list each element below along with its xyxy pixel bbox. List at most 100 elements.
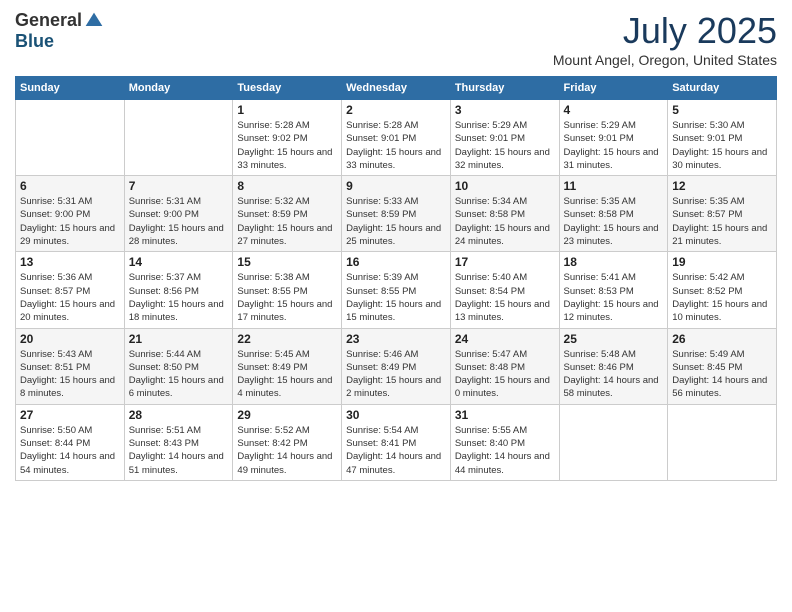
day-number: 28 bbox=[129, 408, 229, 422]
calendar-cell: 12 Sunrise: 5:35 AM Sunset: 8:57 PM Dayli… bbox=[668, 176, 777, 252]
day-info: Sunrise: 5:54 AM Sunset: 8:41 PM Dayligh… bbox=[346, 424, 446, 477]
calendar-cell: 17Sunrise: 5:40 AM Sunset: 8:54 PM Dayli… bbox=[450, 252, 559, 328]
calendar-cell: 4Sunrise: 5:29 AM Sunset: 9:01 PM Daylig… bbox=[559, 100, 668, 176]
day-number: 21 bbox=[129, 332, 229, 346]
day-info: Sunrise: 5:44 AM Sunset: 8:50 PM Dayligh… bbox=[129, 348, 229, 401]
day-number: 25 bbox=[564, 332, 664, 346]
day-header-sunday: Sunday bbox=[16, 77, 125, 100]
calendar-cell: 19 Sunrise: 5:42 AM Sunset: 8:52 PM Dayli… bbox=[668, 252, 777, 328]
day-info: Sunrise: 5:46 AM Sunset: 8:49 PM Dayligh… bbox=[346, 348, 446, 401]
day-info: Sunrise: 5:38 AM Sunset: 8:55 PM Dayligh… bbox=[237, 271, 337, 324]
day-info: Sunrise: 5:35 AM Sunset: 8:57 PM Dayligh… bbox=[672, 195, 772, 248]
day-header-tuesday: Tuesday bbox=[233, 77, 342, 100]
day-info: Sunrise: 5:28 AM Sunset: 9:02 PM Dayligh… bbox=[237, 119, 337, 172]
day-number: 9 bbox=[346, 179, 446, 193]
location: Mount Angel, Oregon, United States bbox=[553, 52, 777, 68]
day-number: 29 bbox=[237, 408, 337, 422]
calendar-cell: 31 Sunrise: 5:55 AM Sunset: 8:40 PM Dayli… bbox=[450, 404, 559, 480]
day-number: 31 bbox=[455, 408, 555, 422]
day-info: Sunrise: 5:35 AM Sunset: 8:58 PM Dayligh… bbox=[564, 195, 664, 248]
day-info: Sunrise: 5:40 AM Sunset: 8:54 PM Dayligh… bbox=[455, 271, 555, 324]
day-info: Sunrise: 5:31 AM Sunset: 9:00 PM Dayligh… bbox=[129, 195, 229, 248]
day-number: 15 bbox=[237, 255, 337, 269]
day-info: Sunrise: 5:47 AM Sunset: 8:48 PM Dayligh… bbox=[455, 348, 555, 401]
day-number: 30 bbox=[346, 408, 446, 422]
day-info: Sunrise: 5:48 AM Sunset: 8:46 PM Dayligh… bbox=[564, 348, 664, 401]
day-number: 10 bbox=[455, 179, 555, 193]
calendar-cell bbox=[668, 404, 777, 480]
day-info: Sunrise: 5:42 AM Sunset: 8:52 PM Dayligh… bbox=[672, 271, 772, 324]
calendar-cell: 24 Sunrise: 5:47 AM Sunset: 8:48 PM Dayli… bbox=[450, 328, 559, 404]
day-info: Sunrise: 5:31 AM Sunset: 9:00 PM Dayligh… bbox=[20, 195, 120, 248]
day-info: Sunrise: 5:45 AM Sunset: 8:49 PM Dayligh… bbox=[237, 348, 337, 401]
day-info: Sunrise: 5:29 AM Sunset: 9:01 PM Dayligh… bbox=[455, 119, 555, 172]
calendar-cell: 23 Sunrise: 5:46 AM Sunset: 8:49 PM Dayli… bbox=[342, 328, 451, 404]
calendar-cell: 16Sunrise: 5:39 AM Sunset: 8:55 PM Dayli… bbox=[342, 252, 451, 328]
day-number: 22 bbox=[237, 332, 337, 346]
day-info: Sunrise: 5:49 AM Sunset: 8:45 PM Dayligh… bbox=[672, 348, 772, 401]
calendar-cell: 22 Sunrise: 5:45 AM Sunset: 8:49 PM Dayli… bbox=[233, 328, 342, 404]
calendar-cell: 25 Sunrise: 5:48 AM Sunset: 8:46 PM Dayli… bbox=[559, 328, 668, 404]
calendar-week-row: 13 Sunrise: 5:36 AM Sunset: 8:57 PM Dayli… bbox=[16, 252, 777, 328]
logo: General Blue bbox=[15, 10, 104, 52]
day-info: Sunrise: 5:39 AM Sunset: 8:55 PM Dayligh… bbox=[346, 271, 446, 324]
day-number: 13 bbox=[20, 255, 120, 269]
day-info: Sunrise: 5:36 AM Sunset: 8:57 PM Dayligh… bbox=[20, 271, 120, 324]
day-number: 14 bbox=[129, 255, 229, 269]
logo-icon bbox=[84, 11, 104, 31]
day-info: Sunrise: 5:52 AM Sunset: 8:42 PM Dayligh… bbox=[237, 424, 337, 477]
calendar-cell: 5 Sunrise: 5:30 AM Sunset: 9:01 PM Daylig… bbox=[668, 100, 777, 176]
calendar-cell: 7Sunrise: 5:31 AM Sunset: 9:00 PM Daylig… bbox=[124, 176, 233, 252]
day-number: 2 bbox=[346, 103, 446, 117]
day-number: 24 bbox=[455, 332, 555, 346]
day-info: Sunrise: 5:32 AM Sunset: 8:59 PM Dayligh… bbox=[237, 195, 337, 248]
calendar-cell: 8Sunrise: 5:32 AM Sunset: 8:59 PM Daylig… bbox=[233, 176, 342, 252]
title-area: July 2025 Mount Angel, Oregon, United St… bbox=[553, 10, 777, 68]
day-info: Sunrise: 5:51 AM Sunset: 8:43 PM Dayligh… bbox=[129, 424, 229, 477]
calendar-cell: 14 Sunrise: 5:37 AM Sunset: 8:56 PM Dayli… bbox=[124, 252, 233, 328]
calendar-cell: 10 Sunrise: 5:34 AM Sunset: 8:58 PM Dayli… bbox=[450, 176, 559, 252]
calendar-cell: 27 Sunrise: 5:50 AM Sunset: 8:44 PM Dayli… bbox=[16, 404, 125, 480]
day-header-saturday: Saturday bbox=[668, 77, 777, 100]
calendar-week-row: 6 Sunrise: 5:31 AM Sunset: 9:00 PM Daylig… bbox=[16, 176, 777, 252]
day-number: 12 bbox=[672, 179, 772, 193]
calendar-cell: 2 Sunrise: 5:28 AM Sunset: 9:01 PM Daylig… bbox=[342, 100, 451, 176]
calendar-cell: 15 Sunrise: 5:38 AM Sunset: 8:55 PM Dayli… bbox=[233, 252, 342, 328]
day-number: 19 bbox=[672, 255, 772, 269]
calendar-week-row: 20Sunrise: 5:43 AM Sunset: 8:51 PM Dayli… bbox=[16, 328, 777, 404]
calendar-table: SundayMondayTuesdayWednesdayThursdayFrid… bbox=[15, 76, 777, 481]
day-info: Sunrise: 5:28 AM Sunset: 9:01 PM Dayligh… bbox=[346, 119, 446, 172]
calendar-cell: 18Sunrise: 5:41 AM Sunset: 8:53 PM Dayli… bbox=[559, 252, 668, 328]
day-info: Sunrise: 5:30 AM Sunset: 9:01 PM Dayligh… bbox=[672, 119, 772, 172]
day-number: 5 bbox=[672, 103, 772, 117]
day-header-friday: Friday bbox=[559, 77, 668, 100]
calendar-cell: 20Sunrise: 5:43 AM Sunset: 8:51 PM Dayli… bbox=[16, 328, 125, 404]
day-info: Sunrise: 5:43 AM Sunset: 8:51 PM Dayligh… bbox=[20, 348, 120, 401]
calendar-cell: 9 Sunrise: 5:33 AM Sunset: 8:59 PM Daylig… bbox=[342, 176, 451, 252]
day-header-wednesday: Wednesday bbox=[342, 77, 451, 100]
calendar-cell: 3Sunrise: 5:29 AM Sunset: 9:01 PM Daylig… bbox=[450, 100, 559, 176]
logo-general-text: General bbox=[15, 10, 82, 31]
calendar-week-row: 1Sunrise: 5:28 AM Sunset: 9:02 PM Daylig… bbox=[16, 100, 777, 176]
calendar-cell: 29 Sunrise: 5:52 AM Sunset: 8:42 PM Dayli… bbox=[233, 404, 342, 480]
day-info: Sunrise: 5:55 AM Sunset: 8:40 PM Dayligh… bbox=[455, 424, 555, 477]
day-info: Sunrise: 5:33 AM Sunset: 8:59 PM Dayligh… bbox=[346, 195, 446, 248]
day-info: Sunrise: 5:29 AM Sunset: 9:01 PM Dayligh… bbox=[564, 119, 664, 172]
calendar-cell: 13 Sunrise: 5:36 AM Sunset: 8:57 PM Dayli… bbox=[16, 252, 125, 328]
calendar-cell bbox=[124, 100, 233, 176]
day-header-monday: Monday bbox=[124, 77, 233, 100]
day-header-thursday: Thursday bbox=[450, 77, 559, 100]
calendar-cell: 1Sunrise: 5:28 AM Sunset: 9:02 PM Daylig… bbox=[233, 100, 342, 176]
day-number: 27 bbox=[20, 408, 120, 422]
calendar-cell bbox=[559, 404, 668, 480]
day-info: Sunrise: 5:34 AM Sunset: 8:58 PM Dayligh… bbox=[455, 195, 555, 248]
day-number: 23 bbox=[346, 332, 446, 346]
calendar-cell: 30 Sunrise: 5:54 AM Sunset: 8:41 PM Dayli… bbox=[342, 404, 451, 480]
day-info: Sunrise: 5:37 AM Sunset: 8:56 PM Dayligh… bbox=[129, 271, 229, 324]
calendar-cell: 6 Sunrise: 5:31 AM Sunset: 9:00 PM Daylig… bbox=[16, 176, 125, 252]
day-number: 6 bbox=[20, 179, 120, 193]
calendar-cell: 28 Sunrise: 5:51 AM Sunset: 8:43 PM Dayli… bbox=[124, 404, 233, 480]
calendar-week-row: 27 Sunrise: 5:50 AM Sunset: 8:44 PM Dayli… bbox=[16, 404, 777, 480]
day-info: Sunrise: 5:50 AM Sunset: 8:44 PM Dayligh… bbox=[20, 424, 120, 477]
calendar-cell: 21 Sunrise: 5:44 AM Sunset: 8:50 PM Dayli… bbox=[124, 328, 233, 404]
